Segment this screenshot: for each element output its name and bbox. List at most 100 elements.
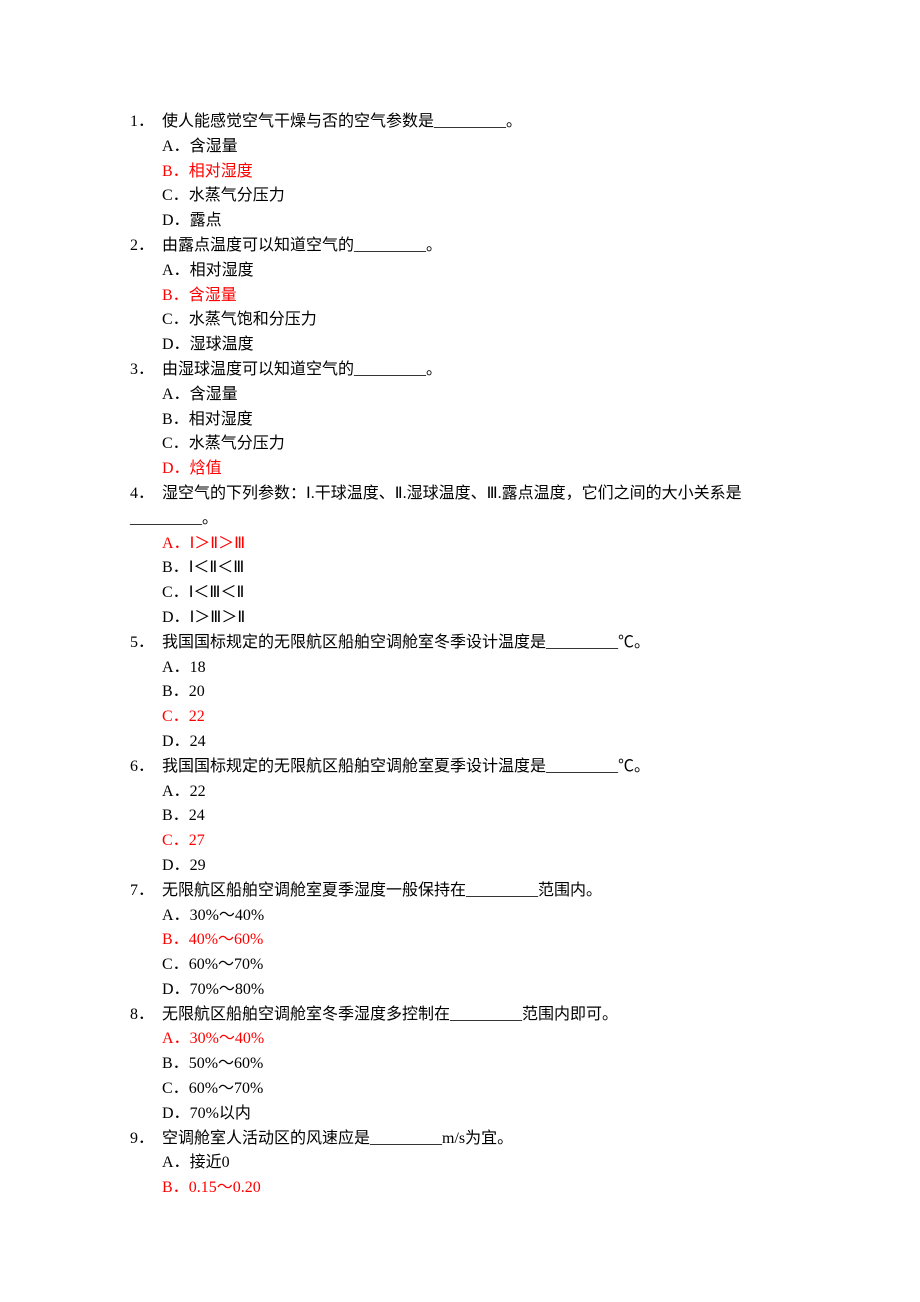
question-stem: 8．无限航区船舶空调舱室冬季湿度多控制在_________范围内即可。 xyxy=(130,1003,780,1028)
option: D．焓值 xyxy=(162,457,780,482)
option: B．20 xyxy=(162,680,780,705)
option-text: 接近0 xyxy=(190,1154,230,1171)
option: B．含湿量 xyxy=(162,284,780,309)
option-label: B． xyxy=(162,411,189,428)
option-label: C． xyxy=(162,708,189,725)
option: D．70%～80% xyxy=(162,978,780,1003)
question: 7．无限航区船舶空调舱室夏季湿度一般保持在_________范围内。A．30%～… xyxy=(130,879,780,1003)
question-stem: 4．湿空气的下列参数：Ⅰ.干球温度、Ⅱ.湿球温度、Ⅲ.露点温度，它们之间的大小关… xyxy=(130,482,780,532)
question-text: 我国国标规定的无限航区船舶空调舱室冬季设计温度是_________℃。 xyxy=(162,634,650,651)
question-stem: 6．我国国标规定的无限航区船舶空调舱室夏季设计温度是_________℃。 xyxy=(130,755,780,780)
option-label: C． xyxy=(162,584,189,601)
options: A．18B．20C．22D．24 xyxy=(130,656,780,755)
question-number: 1． xyxy=(130,110,162,135)
question: 5．我国国标规定的无限航区船舶空调舱室冬季设计温度是_________℃。A．1… xyxy=(130,631,780,755)
option-text: 0.15～0.20 xyxy=(189,1179,261,1196)
page: 1．使人能感觉空气干燥与否的空气参数是_________。A．含湿量B．相对湿度… xyxy=(0,0,920,1302)
option-label: C． xyxy=(162,1080,189,1097)
option-label: C． xyxy=(162,311,189,328)
option-label: B． xyxy=(162,287,189,304)
option-text: 29 xyxy=(190,857,206,874)
question-number: 9． xyxy=(130,1127,162,1152)
option: B．Ⅰ＜Ⅱ＜Ⅲ xyxy=(162,556,780,581)
option: D．Ⅰ＞Ⅲ＞Ⅱ xyxy=(162,606,780,631)
option-text: 24 xyxy=(189,807,205,824)
option-label: B． xyxy=(162,559,189,576)
option-text: 70%～80% xyxy=(190,981,265,998)
option-label: A． xyxy=(162,907,190,924)
option: B．相对湿度 xyxy=(162,408,780,433)
option: B．40%～60% xyxy=(162,928,780,953)
option-label: B． xyxy=(162,163,189,180)
option-label: B． xyxy=(162,1179,189,1196)
option-text: 20 xyxy=(189,683,205,700)
options: A．30%～40%B．50%～60%C．60%～70%D．70%以内 xyxy=(130,1027,780,1126)
option: C．22 xyxy=(162,705,780,730)
option: D．湿球温度 xyxy=(162,333,780,358)
option: D．70%以内 xyxy=(162,1102,780,1127)
option: C．60%～70% xyxy=(162,1077,780,1102)
options: A．相对湿度B．含湿量C．水蒸气饱和分压力D．湿球温度 xyxy=(130,259,780,358)
option-label: D． xyxy=(162,460,190,477)
questions-list: 1．使人能感觉空气干燥与否的空气参数是_________。A．含湿量B．相对湿度… xyxy=(130,110,780,1201)
question-number: 5． xyxy=(130,631,162,656)
question-stem: 3．由湿球温度可以知道空气的_________。 xyxy=(130,358,780,383)
option-label: D． xyxy=(162,857,190,874)
options: A．含湿量B．相对湿度C．水蒸气分压力D．露点 xyxy=(130,135,780,234)
option: D．露点 xyxy=(162,209,780,234)
option-text: 22 xyxy=(190,783,206,800)
option-text: 水蒸气分压力 xyxy=(189,435,285,452)
option: A．Ⅰ＞Ⅱ＞Ⅲ xyxy=(162,532,780,557)
option-text: Ⅰ＞Ⅱ＞Ⅲ xyxy=(190,535,246,552)
option-text: 相对湿度 xyxy=(189,411,253,428)
question-number: 6． xyxy=(130,755,162,780)
option-label: B． xyxy=(162,683,189,700)
question: 1．使人能感觉空气干燥与否的空气参数是_________。A．含湿量 B．相对湿度… xyxy=(130,110,780,234)
option-label: B． xyxy=(162,931,189,948)
option-label: C． xyxy=(162,956,189,973)
question-stem: 7．无限航区船舶空调舱室夏季湿度一般保持在_________范围内。 xyxy=(130,879,780,904)
option: A．含湿量 xyxy=(162,383,780,408)
question-number: 4． xyxy=(130,482,162,507)
option: B．50%～60% xyxy=(162,1052,780,1077)
option-text: 22 xyxy=(189,708,205,725)
option-text: Ⅰ＜Ⅲ＜Ⅱ xyxy=(189,584,245,601)
option-label: C． xyxy=(162,435,189,452)
question-text: 无限航区船舶空调舱室冬季湿度多控制在_________范围内即可。 xyxy=(162,1006,618,1023)
question-text: 无限航区船舶空调舱室夏季湿度一般保持在_________范围内。 xyxy=(162,882,602,899)
options: A．Ⅰ＞Ⅱ＞ⅢB．Ⅰ＜Ⅱ＜Ⅲ C．Ⅰ＜Ⅲ＜Ⅱ D．Ⅰ＞Ⅲ＞Ⅱ xyxy=(130,532,780,631)
option: A．含湿量 xyxy=(162,135,780,160)
option: A．30%～40% xyxy=(162,904,780,929)
option-text: 相对湿度 xyxy=(189,163,253,180)
option: A．22 xyxy=(162,780,780,805)
options: A．22B．24C．27D．29 xyxy=(130,780,780,879)
question: 2．由露点温度可以知道空气的_________。A．相对湿度B．含湿量C．水蒸气… xyxy=(130,234,780,358)
option-text: 相对湿度 xyxy=(190,262,254,279)
option-text: 60%～70% xyxy=(189,1080,264,1097)
option-text: 40%～60% xyxy=(189,931,264,948)
option-text: 30%～40% xyxy=(190,1030,265,1047)
option-text: 70%以内 xyxy=(190,1105,251,1122)
options: A．30%～40%B．40%～60%C．60%～70%D．70%～80% xyxy=(130,904,780,1003)
option-text: 焓值 xyxy=(190,460,222,477)
option-text: 水蒸气分压力 xyxy=(189,187,285,204)
option: C．水蒸气饱和分压力 xyxy=(162,308,780,333)
question-stem: 1．使人能感觉空气干燥与否的空气参数是_________。 xyxy=(130,110,780,135)
options: A．含湿量B．相对湿度C．水蒸气分压力D．焓值 xyxy=(130,383,780,482)
option-label: D． xyxy=(162,609,190,626)
option: A．相对湿度 xyxy=(162,259,780,284)
option: A．接近0 xyxy=(162,1151,780,1176)
question-text: 我国国标规定的无限航区船舶空调舱室夏季设计温度是_________℃。 xyxy=(162,758,650,775)
question: 3．由湿球温度可以知道空气的_________。A．含湿量B．相对湿度C．水蒸气… xyxy=(130,358,780,482)
option-label: A． xyxy=(162,783,190,800)
question-number: 3． xyxy=(130,358,162,383)
option-label: D． xyxy=(162,981,190,998)
question-text: 由湿球温度可以知道空气的_________。 xyxy=(162,361,442,378)
question-stem: 9．空调舱室人活动区的风速应是_________m/s为宜。 xyxy=(130,1127,780,1152)
option-label: A． xyxy=(162,386,190,403)
question: 8．无限航区船舶空调舱室冬季湿度多控制在_________范围内即可。A．30%… xyxy=(130,1003,780,1127)
question: 6．我国国标规定的无限航区船舶空调舱室夏季设计温度是_________℃。A．2… xyxy=(130,755,780,879)
question-number: 8． xyxy=(130,1003,162,1028)
option-label: D． xyxy=(162,733,190,750)
option-label: A． xyxy=(162,138,190,155)
